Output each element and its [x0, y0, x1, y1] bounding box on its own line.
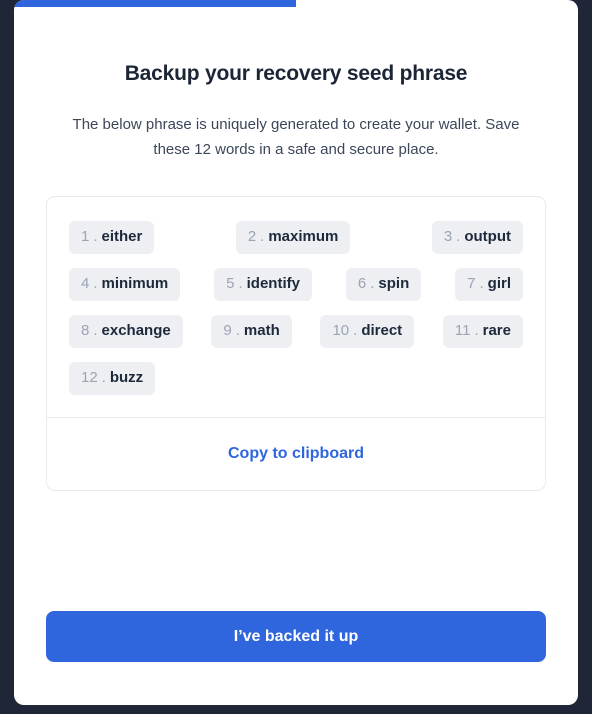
seed-word-separator: . [93, 322, 98, 339]
seed-word-text: math [243, 322, 280, 339]
seed-word-text: exchange [101, 322, 171, 339]
seed-word-text: girl [487, 275, 511, 292]
seed-phrase-panel: 1 . either 2 . maximum 3 . output 4 . mi… [46, 196, 546, 491]
seed-word-separator: . [370, 275, 375, 292]
seed-word-chip[interactable]: 9 . math [211, 315, 292, 348]
seed-word-text: spin [378, 275, 410, 292]
seed-word-chip[interactable]: 10 . direct [320, 315, 415, 348]
seed-word-chip[interactable]: 12 . buzz [69, 362, 156, 395]
card-content: Backup your recovery seed phrase The bel… [14, 0, 578, 705]
copy-to-clipboard-row: Copy to clipboard [47, 418, 545, 490]
seed-word-chip[interactable]: 1 . either [69, 221, 155, 254]
seed-word-text: output [464, 228, 511, 245]
copy-to-clipboard-link[interactable]: Copy to clipboard [228, 445, 364, 463]
seed-word-grid: 1 . either 2 . maximum 3 . output 4 . mi… [47, 197, 545, 417]
seed-word-chip[interactable]: 8 . exchange [69, 315, 183, 348]
seed-word-text: either [101, 228, 143, 245]
seed-word-chip[interactable]: 5 . identify [214, 268, 312, 301]
seed-word-index: 4 [81, 275, 90, 292]
seed-row: 12 . buzz [69, 362, 523, 395]
seed-word-index: 8 [81, 322, 90, 339]
seed-word-chip[interactable]: 7 . girl [455, 268, 523, 301]
primary-action-wrap: I’ve backed it up [46, 611, 546, 705]
seed-word-index: 1 [81, 228, 90, 245]
seed-word-separator: . [353, 322, 358, 339]
seed-word-text: direct [361, 322, 403, 339]
seed-word-index: 7 [467, 275, 476, 292]
seed-word-chip[interactable]: 3 . output [431, 221, 523, 254]
seed-word-chip[interactable]: 4 . minimum [69, 268, 181, 301]
page-subtitle: The below phrase is uniquely generated t… [72, 116, 520, 158]
seed-word-index: 10 [332, 322, 350, 339]
seed-word-index: 6 [357, 275, 367, 292]
seed-word-index: 11 [454, 322, 471, 339]
seed-word-separator: . [238, 275, 243, 292]
progress-bar-track [14, 0, 578, 7]
seed-word-text: minimum [101, 275, 169, 292]
seed-word-separator: . [235, 322, 240, 339]
seed-word-index: 5 [226, 275, 235, 292]
seed-word-separator: . [93, 275, 98, 292]
seed-word-separator: . [456, 228, 461, 245]
seed-word-text: maximum [268, 228, 339, 245]
progress-bar-fill [14, 0, 296, 7]
seed-word-index: 9 [223, 322, 232, 339]
seed-word-chip[interactable]: 2 . maximum [235, 221, 351, 254]
seed-word-text: rare [482, 322, 511, 339]
seed-row: 8 . exchange 9 . math 10 . direct 11 . r… [69, 315, 523, 348]
seed-word-chip[interactable]: 11 . rare [442, 315, 523, 348]
onboarding-card: Backup your recovery seed phrase The bel… [14, 0, 578, 705]
seed-word-separator: . [93, 228, 98, 245]
seed-row: 4 . minimum 5 . identify 6 . spin 7 . gi… [69, 268, 523, 301]
seed-word-separator: . [474, 322, 479, 339]
seed-word-index: 3 [443, 228, 453, 245]
seed-word-chip[interactable]: 6 . spin [345, 268, 422, 301]
seed-word-separator: . [101, 369, 106, 386]
seed-word-index: 12 [81, 369, 98, 386]
ive-backed-it-up-button[interactable]: I’ve backed it up [46, 611, 546, 662]
seed-row: 1 . either 2 . maximum 3 . output [69, 221, 523, 254]
seed-word-separator: . [479, 275, 484, 292]
seed-word-index: 2 [247, 228, 257, 245]
seed-word-text: buzz [109, 369, 144, 386]
seed-word-separator: . [260, 228, 265, 245]
seed-word-text: identify [246, 275, 300, 292]
page-title: Backup your recovery seed phrase [124, 62, 468, 85]
